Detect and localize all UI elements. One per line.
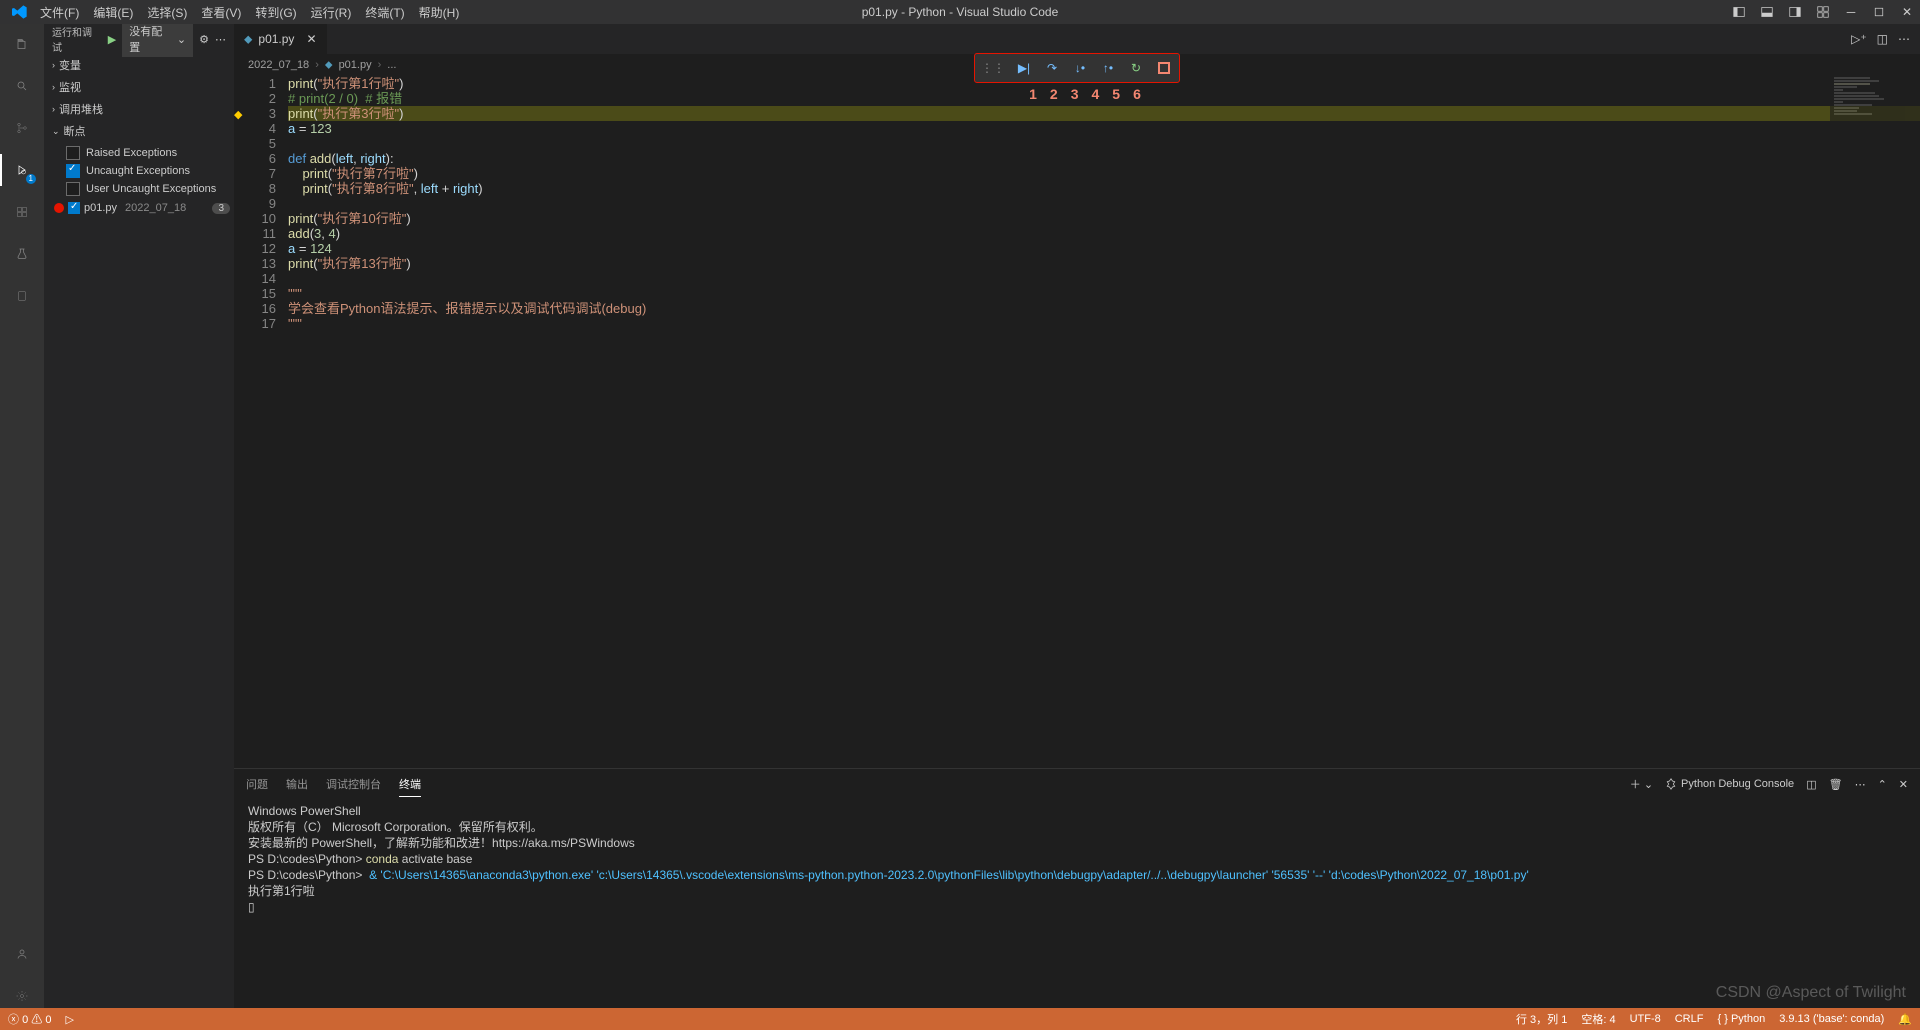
status-encoding[interactable]: UTF-8 [1630,1013,1661,1025]
extensions-icon[interactable] [10,200,34,224]
bookmark-icon[interactable] [10,284,34,308]
section-callstack[interactable]: ›调用堆栈 [44,98,234,120]
window-title: p01.py - Python - Visual Studio Code [862,5,1059,19]
editor-area: ⬥ p01.py ✕ ▷⁺ ◫ ⋯ ⋮⋮ ▶| ↷ ↓• ↑• ↻ 12 34 … [234,24,1920,1008]
drag-handle-icon[interactable]: ⋮⋮ [981,61,1005,75]
status-errors[interactable]: ⓧ 0 ⚠ 0 [8,1011,51,1027]
restart-icon[interactable]: ↻ [1127,59,1145,77]
account-icon[interactable] [10,942,34,966]
status-debug-icon[interactable]: ▷ [65,1013,73,1026]
layout-left-icon[interactable] [1732,5,1746,19]
run-debug-icon[interactable]: 1 [10,158,34,182]
status-notifications-icon[interactable]: 🔔 [1898,1013,1912,1026]
menu-go[interactable]: 转到(G) [249,2,302,23]
new-terminal-icon[interactable]: ＋ ⌄ [1630,776,1653,792]
editor-tabs: ⬥ p01.py ✕ ▷⁺ ◫ ⋯ [234,24,1920,54]
panel-close-icon[interactable]: ✕ [1899,778,1908,791]
search-icon[interactable] [10,74,34,98]
panel-tab-terminal[interactable]: 终端 [399,772,421,797]
chevron-down-icon: ⌄ [177,33,186,46]
menu-help[interactable]: 帮助(H) [413,2,466,23]
status-language[interactable]: { } Python [1717,1013,1765,1025]
titlebar: 文件(F) 编辑(E) 选择(S) 查看(V) 转到(G) 运行(R) 终端(T… [0,0,1920,24]
layout-right-icon[interactable] [1788,5,1802,19]
panel-maximize-icon[interactable]: ⌃ [1878,778,1887,791]
section-breakpoints[interactable]: ⌄断点 [44,120,234,142]
section-variables[interactable]: ›变量 [44,54,234,76]
status-spaces[interactable]: 空格: 4 [1581,1011,1615,1027]
status-python-version[interactable]: 3.9.13 ('base': conda) [1779,1013,1884,1025]
kill-terminal-icon[interactable]: 🗑 [1829,778,1843,791]
source-control-icon[interactable] [10,116,34,140]
watermark: CSDN @Aspect of Twilight [1716,984,1906,1002]
settings-icon[interactable] [10,984,34,1008]
sidebar-title: 运行和调试 [52,24,102,54]
split-editor-icon[interactable]: ◫ [1877,32,1888,46]
status-bar: ⓧ 0 ⚠ 0 ▷ 行 3，列 1 空格: 4 UTF-8 CRLF { } P… [0,1008,1920,1030]
breakpoint-dot-icon [54,203,64,213]
minimize-icon[interactable]: ─ [1844,5,1858,19]
menu-run[interactable]: 运行(R) [305,2,358,23]
layout-bottom-icon[interactable] [1760,5,1774,19]
tab-p01[interactable]: ⬥ p01.py ✕ [234,24,328,54]
tab-more-icon[interactable]: ⋯ [1898,32,1910,46]
menu-terminal[interactable]: 终端(T) [359,2,410,23]
status-eol[interactable]: CRLF [1675,1013,1704,1025]
menu-select[interactable]: 选择(S) [141,2,193,23]
menu-file[interactable]: 文件(F) [34,2,85,23]
debug-config-dropdown[interactable]: 没有配置 ⌄ [122,24,193,57]
continue-icon[interactable]: ▶| [1015,59,1033,77]
section-watch[interactable]: ›监视 [44,76,234,98]
debug-toolbar: ⋮⋮ ▶| ↷ ↓• ↑• ↻ [974,53,1180,83]
panel-tab-output[interactable]: 输出 [286,772,308,796]
debug-console-selector[interactable]: Python Debug Console [1665,778,1794,790]
menu-view[interactable]: 查看(V) [195,2,247,23]
more-icon[interactable]: ⋯ [215,33,226,46]
exception-raised[interactable]: Raised Exceptions [66,144,234,162]
breakpoint-file-row[interactable]: p01.py 2022_07_18 3 [44,200,234,216]
step-over-icon[interactable]: ↷ [1043,59,1061,77]
tab-close-icon[interactable]: ✕ [306,32,316,46]
status-ln-col[interactable]: 行 3，列 1 [1516,1011,1567,1027]
panel-more-icon[interactable]: ⋯ [1855,778,1866,791]
python-file-icon: ⬥ [244,32,252,47]
step-into-icon[interactable]: ↓• [1071,59,1089,77]
maximize-icon[interactable] [1872,5,1886,19]
stop-icon[interactable] [1155,59,1173,77]
split-terminal-icon[interactable]: ◫ [1806,778,1816,791]
minimap[interactable] [1830,76,1920,196]
bottom-panel: 问题 输出 调试控制台 终端 ＋ ⌄ Python Debug Console … [234,768,1920,1008]
code-editor[interactable]: ◆ 1234567891011121314151617 print("执行第1行… [234,76,1920,768]
exception-uncaught[interactable]: Uncaught Exceptions [66,162,234,180]
layout-grid-icon[interactable] [1816,5,1830,19]
menu-edit[interactable]: 编辑(E) [87,2,139,23]
terminal-output[interactable]: Windows PowerShell版权所有（C） Microsoft Corp… [234,799,1920,1008]
debug-annotation-numbers: 12 34 56 [1013,86,1141,102]
testing-icon[interactable] [10,242,34,266]
debug-badge: 1 [26,174,36,184]
debug-sidebar: 运行和调试 ▶ 没有配置 ⌄ ⚙ ⋯ ›变量 ›监视 ›调用堆栈 ⌄断点 Rai… [44,24,234,1008]
gear-icon[interactable]: ⚙ [199,33,209,46]
start-debug-icon[interactable]: ▶ [108,33,116,46]
vscode-logo-icon [12,4,28,20]
main-menu: 文件(F) 编辑(E) 选择(S) 查看(V) 转到(G) 运行(R) 终端(T… [34,2,465,23]
step-out-icon[interactable]: ↑• [1099,59,1117,77]
activity-bar: 1 [0,24,44,1008]
explorer-icon[interactable] [10,32,34,56]
run-file-icon[interactable]: ▷⁺ [1851,32,1867,46]
exception-user-uncaught[interactable]: User Uncaught Exceptions [66,180,234,198]
panel-tab-debug[interactable]: 调试控制台 [326,772,381,796]
close-icon[interactable]: ✕ [1900,5,1914,19]
panel-tab-problems[interactable]: 问题 [246,772,268,796]
